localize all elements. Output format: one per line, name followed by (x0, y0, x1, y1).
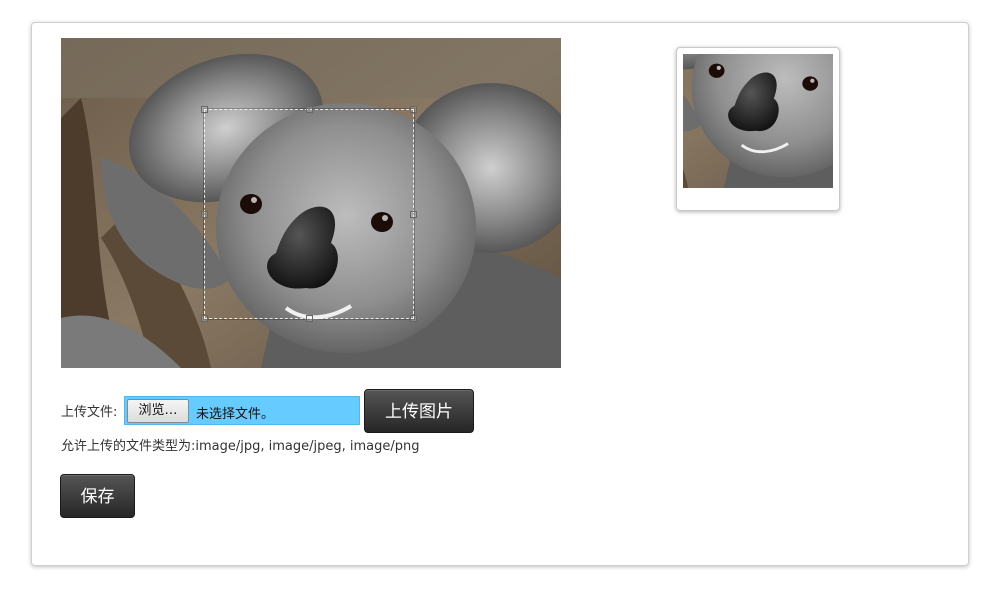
allowed-file-types: 允许上传的文件类型为:image/jpg, image/jpeg, image/… (61, 439, 420, 454)
upload-image-button[interactable]: 上传图片 (364, 389, 474, 433)
crop-handle-top[interactable] (306, 106, 313, 113)
avatar-crop-panel: 上传文件: 浏览… 未选择文件。 上传图片 允许上传的文件类型为:image/j… (31, 22, 969, 566)
crop-selection-box[interactable] (201, 106, 417, 322)
crop-handle-bottom-left[interactable] (201, 315, 208, 322)
upload-file-label: 上传文件: (61, 405, 118, 420)
crop-handle-top-right[interactable] (410, 106, 417, 113)
crop-handle-bottom[interactable] (306, 315, 313, 322)
crop-handle-bottom-right[interactable] (410, 315, 417, 322)
crop-canvas[interactable] (61, 38, 561, 368)
file-status-text: 未选择文件。 (196, 407, 275, 422)
crop-handle-top-left[interactable] (201, 106, 208, 113)
crop-preview (676, 47, 840, 211)
preview-image (683, 54, 833, 204)
save-button[interactable]: 保存 (60, 474, 135, 518)
browse-button[interactable]: 浏览… (127, 399, 189, 423)
file-input[interactable]: 浏览… 未选择文件。 (124, 396, 360, 425)
crop-handle-left[interactable] (201, 211, 208, 218)
crop-handle-right[interactable] (410, 211, 417, 218)
